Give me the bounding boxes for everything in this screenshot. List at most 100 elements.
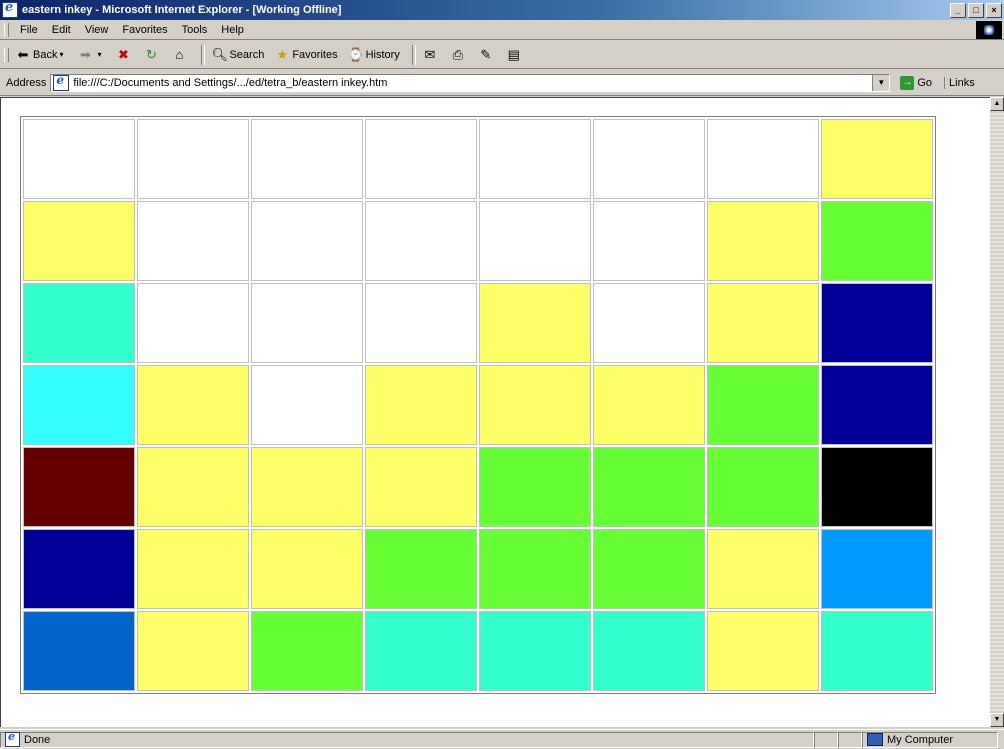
grid-cell bbox=[479, 283, 591, 363]
status-pane-empty bbox=[838, 731, 862, 748]
grid-cell bbox=[251, 119, 363, 199]
scroll-up-button[interactable]: ▲ bbox=[990, 97, 1004, 111]
toolbar-separator bbox=[201, 44, 206, 65]
grid-cell bbox=[365, 529, 477, 609]
grid-cell bbox=[137, 283, 249, 363]
grid-cell bbox=[821, 201, 933, 281]
edit-button[interactable]: ✎ bbox=[476, 44, 498, 66]
toolbar-grip[interactable] bbox=[4, 22, 9, 37]
stop-button[interactable]: ✖ bbox=[113, 44, 135, 66]
discuss-icon: ▤ bbox=[507, 46, 520, 62]
grid-cell bbox=[251, 201, 363, 281]
grid-row bbox=[23, 529, 933, 609]
print-icon: ⎙ bbox=[452, 46, 464, 62]
grid-cell bbox=[251, 365, 363, 445]
forward-button[interactable]: ➡ ▾ bbox=[75, 44, 107, 66]
discuss-button[interactable]: ▤ bbox=[504, 44, 526, 66]
address-bar: Address file:///C:/Documents and Setting… bbox=[0, 70, 1004, 96]
home-icon: ⌂ bbox=[175, 46, 184, 62]
mail-icon: ✉ bbox=[424, 46, 436, 62]
grid-cell bbox=[593, 529, 705, 609]
history-icon: ⌚ bbox=[347, 46, 364, 62]
grid-cell bbox=[251, 283, 363, 363]
page-icon bbox=[53, 73, 70, 91]
edit-icon: ✎ bbox=[480, 46, 492, 62]
grid-cell bbox=[479, 119, 591, 199]
grid-cell bbox=[479, 447, 591, 527]
mail-button[interactable]: ✉ bbox=[420, 44, 442, 66]
grid-row bbox=[23, 611, 933, 691]
grid-cell bbox=[23, 283, 135, 363]
grid-cell bbox=[23, 447, 135, 527]
grid-cell bbox=[479, 611, 591, 691]
links-button[interactable]: Links bbox=[944, 76, 979, 89]
page-content bbox=[0, 97, 990, 727]
standard-toolbar: ⬅ Back ▾ ➡ ▾ ✖ ↻ ⌂ 🔍︎ Search ★ Favorites… bbox=[0, 41, 1004, 69]
back-button[interactable]: ⬅ Back ▾ bbox=[13, 44, 69, 66]
grid-cell bbox=[23, 201, 135, 281]
back-arrow-icon: ⬅ bbox=[17, 46, 29, 62]
grid-cell bbox=[707, 119, 819, 199]
go-label: Go bbox=[917, 76, 933, 89]
menu-file[interactable]: File bbox=[13, 24, 45, 36]
grid-cell bbox=[479, 365, 591, 445]
status-zone: My Computer bbox=[887, 733, 954, 746]
grid-cell bbox=[479, 529, 591, 609]
grid-cell bbox=[251, 447, 363, 527]
address-url[interactable]: file:///C:/Documents and Settings/.../ed… bbox=[73, 77, 387, 89]
grid-cell bbox=[23, 365, 135, 445]
grid-cell bbox=[23, 119, 135, 199]
grid-cell bbox=[707, 201, 819, 281]
status-pane-empty bbox=[814, 731, 838, 748]
go-button[interactable]: → Go bbox=[896, 73, 936, 93]
menu-tools[interactable]: Tools bbox=[175, 24, 215, 36]
address-dropdown-button[interactable]: ▼ bbox=[872, 74, 890, 91]
vertical-scrollbar[interactable]: ▲ ▼ bbox=[990, 97, 1004, 727]
status-zone-pane: My Computer bbox=[862, 731, 998, 748]
grid-cell bbox=[251, 611, 363, 691]
menu-help[interactable]: Help bbox=[214, 24, 251, 36]
grid-row bbox=[23, 447, 933, 527]
window-controls: _ □ × bbox=[950, 2, 1002, 18]
title-bar: eastern inkey - Microsoft Internet Explo… bbox=[0, 0, 1004, 20]
minimize-button[interactable]: _ bbox=[950, 2, 966, 18]
refresh-button[interactable]: ↻ bbox=[141, 44, 163, 66]
menu-view[interactable]: View bbox=[78, 24, 116, 36]
grid-cell bbox=[821, 611, 933, 691]
grid-cell bbox=[593, 201, 705, 281]
grid-cell bbox=[365, 365, 477, 445]
menu-favorites[interactable]: Favorites bbox=[115, 24, 174, 36]
grid-cell bbox=[137, 201, 249, 281]
address-label: Address bbox=[6, 76, 47, 89]
ie-page-icon bbox=[5, 730, 20, 747]
home-button[interactable]: ⌂ bbox=[169, 44, 191, 66]
address-input[interactable]: file:///C:/Documents and Settings/.../ed… bbox=[50, 73, 891, 92]
favorites-button[interactable]: ★ Favorites bbox=[272, 44, 339, 66]
grid-cell bbox=[821, 365, 933, 445]
grid-cell bbox=[593, 365, 705, 445]
grid-cell bbox=[821, 529, 933, 609]
grid-cell bbox=[365, 119, 477, 199]
history-button[interactable]: ⌚ History bbox=[346, 44, 402, 66]
toolbar-grip[interactable] bbox=[4, 47, 9, 62]
grid-row bbox=[23, 365, 933, 445]
status-text: Done bbox=[24, 733, 51, 746]
print-button[interactable]: ⎙ bbox=[448, 44, 470, 66]
toolbar-separator bbox=[411, 44, 416, 65]
scroll-down-button[interactable]: ▼ bbox=[990, 713, 1004, 727]
close-button[interactable]: × bbox=[986, 2, 1002, 18]
grid-cell bbox=[365, 447, 477, 527]
status-text-pane: Done bbox=[0, 730, 814, 748]
grid-cell bbox=[593, 447, 705, 527]
grid-cell bbox=[137, 611, 249, 691]
grid-cell bbox=[23, 529, 135, 609]
grid-cell bbox=[137, 447, 249, 527]
grid-cell bbox=[137, 365, 249, 445]
grid-cell bbox=[365, 611, 477, 691]
go-arrow-icon: → bbox=[900, 75, 915, 90]
search-button[interactable]: 🔍︎ Search bbox=[209, 44, 266, 66]
menu-edit[interactable]: Edit bbox=[45, 24, 78, 36]
grid-cell bbox=[821, 283, 933, 363]
ie-logo-icon bbox=[2, 0, 18, 18]
maximize-button[interactable]: □ bbox=[968, 2, 984, 18]
